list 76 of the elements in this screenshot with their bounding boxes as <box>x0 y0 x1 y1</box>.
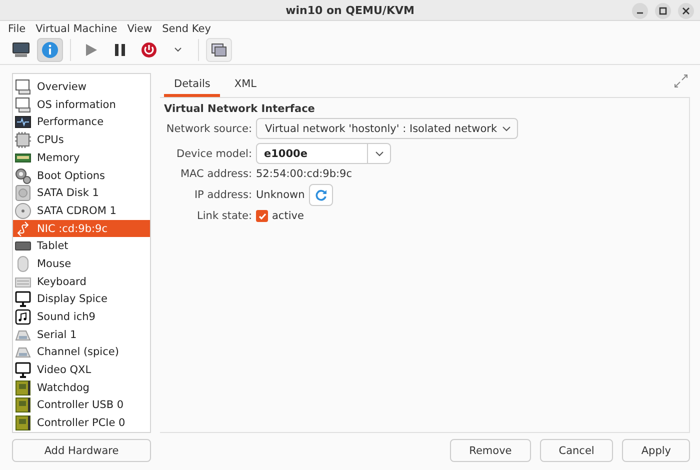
chevron-down-icon <box>374 150 384 158</box>
menu-item[interactable]: View <box>122 22 158 35</box>
window-title: win10 on QEMU/KVM <box>286 4 414 17</box>
tab[interactable]: XML <box>224 73 267 98</box>
dialog-button[interactable]: Cancel <box>540 439 614 462</box>
gears-icon <box>15 168 31 184</box>
sidebar-item[interactable]: NIC :cd:9b:9c <box>13 220 150 238</box>
field-label: IP address: <box>194 189 252 202</box>
field-label: Device model: <box>176 148 252 160</box>
snapshots-button[interactable] <box>206 38 232 62</box>
refresh-button[interactable] <box>308 184 333 206</box>
sidebar-item[interactable]: Overview <box>13 78 150 96</box>
mouse-icon <box>15 256 31 272</box>
expansion-card-icon <box>15 380 31 396</box>
sidebar-item[interactable]: OS information <box>13 96 150 114</box>
power-icon <box>141 42 157 58</box>
dropdown-button[interactable] <box>368 143 391 164</box>
maximize-icon <box>659 7 667 15</box>
info-icon <box>41 41 59 60</box>
device-model-field[interactable]: e1000e <box>256 143 368 164</box>
field-label: Network source: <box>166 122 252 135</box>
sidebar-item[interactable]: Serial 1 <box>13 326 150 344</box>
expansion-card-icon <box>15 397 31 414</box>
monitor-icon <box>15 291 31 308</box>
sidebar-item[interactable]: Display Spice <box>13 290 150 308</box>
close-icon <box>682 7 690 15</box>
maximize-button[interactable] <box>655 3 671 19</box>
dialog-button[interactable]: Apply <box>622 439 690 462</box>
sidebar-item[interactable]: Boot Options <box>13 166 150 184</box>
monitor-icon <box>15 362 31 378</box>
sidebar-item[interactable]: Controller USB 0 <box>13 396 150 414</box>
sidebar-item[interactable]: SATA Disk 1 <box>13 184 150 202</box>
dialog-button[interactable]: Remove <box>450 439 531 462</box>
sidebar-item[interactable]: Mouse <box>13 255 150 273</box>
sidebar-item[interactable]: Channel (spice) <box>13 344 150 362</box>
sidebar-item[interactable]: CPUs <box>13 131 150 149</box>
add-hardware-button[interactable]: Add Hardware <box>12 439 151 462</box>
stacked-screens-icon <box>211 42 227 58</box>
sidebar-item[interactable]: Performance <box>13 114 150 132</box>
sidebar-item[interactable]: Controller PCIe 0 <box>13 414 150 432</box>
pulse-chart-icon <box>15 114 31 130</box>
refresh-icon <box>314 189 327 202</box>
field-label: Link state: <box>197 210 252 222</box>
play-icon <box>84 43 98 58</box>
sidebar-item[interactable]: Keyboard <box>13 272 150 290</box>
chip-icon <box>15 132 31 148</box>
sidebar-item[interactable]: Tablet <box>13 237 150 256</box>
sidebar-item[interactable]: Watchdog <box>13 378 150 397</box>
menu-item[interactable]: Send Key <box>157 22 216 35</box>
monitor-icon <box>12 42 30 58</box>
network-source-dropdown[interactable]: Virtual network 'hostonly' : Isolated network <box>256 118 518 140</box>
tab[interactable]: Details <box>164 73 220 98</box>
fullscreen-icon[interactable] <box>674 74 688 88</box>
field-value: 52:54:00:cd:9b:9c <box>256 168 352 180</box>
close-button[interactable] <box>678 3 694 19</box>
chevron-down-icon <box>173 46 183 54</box>
menu-item[interactable]: File <box>3 22 31 35</box>
field-value: Unknown <box>256 189 305 202</box>
pause-icon <box>113 43 127 58</box>
minimize-button[interactable] <box>632 3 648 19</box>
sidebar-item[interactable]: Sound ich9 <box>13 308 150 326</box>
expansion-card-icon <box>15 415 31 432</box>
menu-item[interactable]: Virtual Machine <box>30 22 122 35</box>
sidebar-item[interactable]: Memory <box>13 149 150 167</box>
music-note-icon <box>15 309 31 326</box>
section-title: Virtual Network Interface <box>164 103 316 116</box>
sidebar-item[interactable]: SATA CDROM 1 <box>13 202 150 220</box>
network-arrows-icon <box>15 220 31 237</box>
sidebar-item[interactable]: Video QXL <box>13 361 150 379</box>
checkbox-label: active <box>272 210 304 222</box>
monitor-icon <box>15 96 31 113</box>
checkbox[interactable] <box>256 210 268 222</box>
monitor-icon <box>15 79 31 96</box>
cd-icon <box>15 202 31 219</box>
field-label: MAC address: <box>180 168 252 180</box>
chevron-down-icon <box>502 125 512 132</box>
